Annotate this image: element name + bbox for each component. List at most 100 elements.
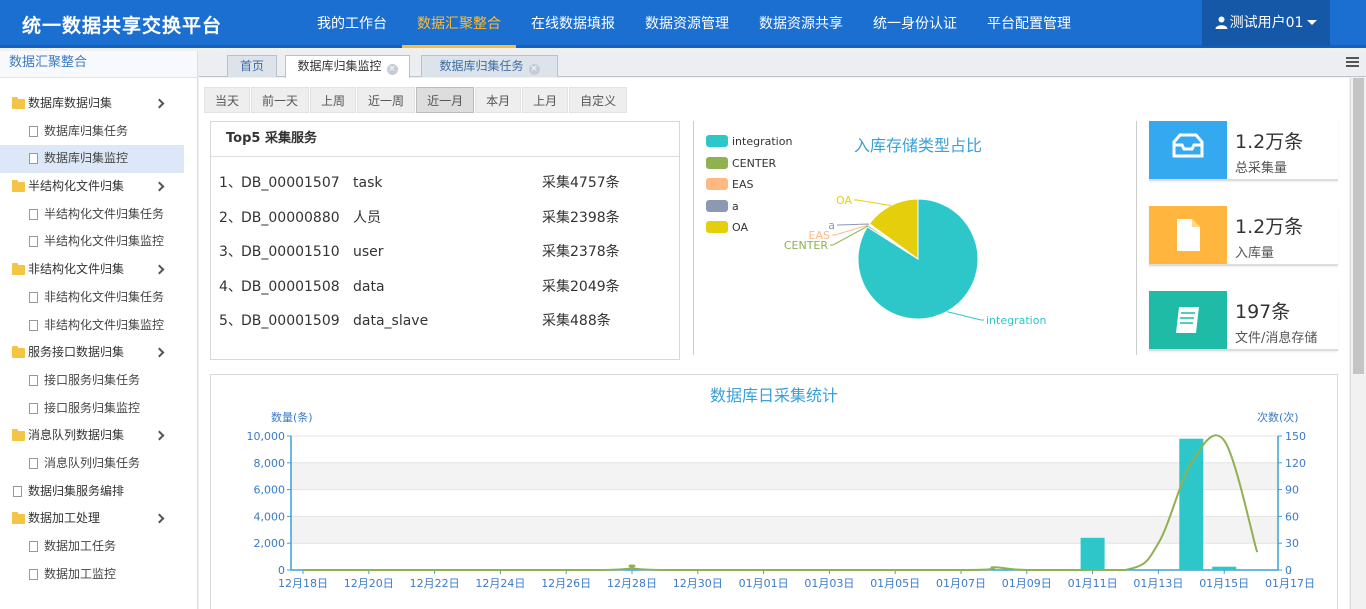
sidebar-item-13[interactable]: 消息队列归集任务 xyxy=(0,450,197,478)
x-tick-label: 01月15日 xyxy=(1199,577,1249,590)
top5-row: 2、 DB_00000880 人员 采集2398条 xyxy=(211,201,679,236)
top-header: 统一数据共享交换平台 我的工作台 数据汇聚整合 在线数据填报 数据资源管理 数据资源共享… xyxy=(0,0,1366,48)
count-line[interactable] xyxy=(303,434,1259,571)
x-tick-label: 12月30日 xyxy=(673,577,723,590)
date-filter-0[interactable]: 当天 xyxy=(204,87,251,113)
document-icon xyxy=(1149,206,1227,264)
sidebar-item-3[interactable]: 半结构化文件归集 xyxy=(0,173,197,201)
close-icon[interactable]: × xyxy=(528,64,540,75)
sidebar-item-11[interactable]: 接口服务归集监控 xyxy=(0,395,197,423)
sidebar-item-label: 非结构化文件归集监控 xyxy=(44,317,165,332)
sidebar-item-label: 消息队列归集任务 xyxy=(44,455,141,470)
date-filter-3[interactable]: 近一周 xyxy=(357,87,416,113)
date-filter-4[interactable]: 近一月 xyxy=(416,87,475,113)
nav-item-6[interactable]: 平台配置管理 xyxy=(972,0,1086,48)
date-filter-5[interactable]: 本月 xyxy=(475,87,522,113)
chevron-right-icon xyxy=(154,430,165,441)
document-icon xyxy=(29,208,38,220)
pie-chart: integrationCENTEREASaOA xyxy=(784,194,1047,327)
sidebar-item-5[interactable]: 半结构化文件归集监控 xyxy=(0,228,197,256)
date-filter-2[interactable]: 上周 xyxy=(310,87,357,113)
sidebar-item-17[interactable]: 数据加工监控 xyxy=(0,561,197,589)
bar-panel: 数据库日采集统计 数量(条) 次数(次) 0 2,000 4,000 6,000 8,000… xyxy=(210,374,1338,609)
sidebar-item-label: 数据库归集任务 xyxy=(44,123,129,138)
sidebar-item-9[interactable]: 服务接口数据归集 xyxy=(0,339,197,367)
tab-0[interactable]: 首页 xyxy=(227,55,277,77)
sidebar-item-label: 非结构化文件归集任务 xyxy=(44,289,165,304)
date-filter-7[interactable]: 自定义 xyxy=(569,87,628,113)
tab-2[interactable]: 数据库归集任务 × xyxy=(421,55,558,77)
x-tick-label: 01月13日 xyxy=(1133,577,1183,590)
sidebar-item-label: 数据加工监控 xyxy=(44,566,117,581)
menu-icon[interactable] xyxy=(1346,57,1359,69)
x-tick-label: 01月05日 xyxy=(870,577,920,590)
document-icon xyxy=(29,319,38,331)
close-icon[interactable]: × xyxy=(386,64,398,75)
sidebar-item-label: 半结构化文件归集 xyxy=(28,179,125,194)
sidebar-item-label: 数据加工任务 xyxy=(44,539,117,553)
bar[interactable] xyxy=(1179,438,1204,570)
pie-slice-label: integration xyxy=(986,314,1046,327)
sidebar-item-8[interactable]: 非结构化文件归集监控 xyxy=(0,312,197,340)
stat-card-1: 1.2万条 入库量 xyxy=(1149,206,1338,266)
x-tick-label: 12月26日 xyxy=(541,577,591,590)
top5-row: 4、 DB_00001508 data 采集2049条 xyxy=(211,270,679,305)
document-icon xyxy=(29,402,38,414)
top5-panel: Top5 采集服务 1、 DB_00001507 task 采集4757条 2、 DB_0… xyxy=(210,121,680,360)
inbox-icon xyxy=(1149,121,1227,179)
y-axis-title: 数量(条) xyxy=(271,410,313,424)
sidebar-item-label: 非结构化文件归集 xyxy=(28,262,125,277)
nav-item-0[interactable]: 我的工作台 xyxy=(302,0,402,48)
sidebar-item-1[interactable]: 数据库归集任务 xyxy=(0,118,197,146)
date-filter-1[interactable]: 前一天 xyxy=(251,87,310,113)
y2-tick-label: 30 xyxy=(1285,537,1299,550)
x-tick-label: 01月11日 xyxy=(1068,577,1118,590)
nav-item-3[interactable]: 数据资源管理 xyxy=(630,0,744,48)
top5-count: 采集2398条 xyxy=(542,209,620,226)
top5-service-id: DB_00001508 xyxy=(241,278,340,295)
grid-band xyxy=(291,462,1278,490)
y-tick-label: 2,000 xyxy=(254,537,286,550)
folder-icon xyxy=(12,346,25,359)
bar[interactable] xyxy=(1080,537,1105,570)
top5-row: 1、 DB_00001507 task 采集4757条 xyxy=(211,166,679,201)
top5-count: 采集2378条 xyxy=(542,244,620,260)
nav-item-5[interactable]: 统一身份认证 xyxy=(858,0,972,48)
nav-item-1[interactable]: 数据汇聚整合 xyxy=(402,0,516,48)
sidebar-item-label: 数据归集服务编排 xyxy=(28,483,125,498)
vertical-scrollbar[interactable] xyxy=(1350,78,1366,609)
date-filter-6[interactable]: 上月 xyxy=(522,87,569,113)
y-tick-label: 8,000 xyxy=(254,457,286,470)
sidebar-item-2[interactable]: 数据库归集监控 xyxy=(0,145,184,174)
date-filter-group: 当天 前一天 上周 近一周 近一月 本月 上月 自定义 xyxy=(204,87,628,113)
top5-row: 3、 DB_00001510 user 采集2378条 xyxy=(211,235,679,270)
sidebar-item-4[interactable]: 半结构化文件归集任务 xyxy=(0,201,197,229)
bar-chart: 数量(条) 次数(次) 0 2,000 4,000 6,000 8,000 10,000 0 30… xyxy=(247,410,1316,590)
sidebar-item-12[interactable]: 消息队列数据归集 xyxy=(0,422,197,450)
top5-rank: 4、 xyxy=(219,278,242,295)
top5-row: 5、 DB_00001509 data_slave 采集488条 xyxy=(211,304,679,339)
bar[interactable] xyxy=(1212,566,1237,570)
top5-service-id: DB_00001507 xyxy=(241,175,340,191)
sidebar-item-10[interactable]: 接口服务归集任务 xyxy=(0,367,197,395)
nav-item-4[interactable]: 数据资源共享 xyxy=(744,0,858,48)
sidebar-item-15[interactable]: 数据加工处理 xyxy=(0,505,197,533)
sidebar-item-6[interactable]: 非结构化文件归集 xyxy=(0,256,197,284)
nav-item-2[interactable]: 在线数据填报 xyxy=(516,0,630,48)
sidebar-item-14[interactable]: 数据归集服务编排 xyxy=(0,478,197,506)
scrollbar-thumb[interactable] xyxy=(1353,78,1364,374)
top5-title: Top5 采集服务 xyxy=(211,122,679,157)
user-menu[interactable]: 测试用户01 xyxy=(1202,0,1330,46)
stat-value: 197条 xyxy=(1235,301,1291,323)
tab-1[interactable]: 数据库归集监控 × xyxy=(285,55,410,78)
y-tick-label: 0 xyxy=(278,564,285,577)
sidebar-item-16[interactable]: 数据加工任务 xyxy=(0,533,197,561)
x-tick-label: 12月20日 xyxy=(344,577,394,590)
sidebar: 数据汇聚整合 数据库数据归集 数据库归集任务 数据库归集监控 半结构化文件归集 半结构化… xyxy=(0,51,198,609)
top5-service-id: DB_00001509 xyxy=(241,313,340,329)
sidebar-item-7[interactable]: 非结构化文件归集任务 xyxy=(0,284,197,312)
tab-label: 数据库归集任务 xyxy=(439,59,524,73)
chevron-right-icon xyxy=(154,513,165,524)
document-icon xyxy=(29,125,38,137)
sidebar-item-0[interactable]: 数据库数据归集 xyxy=(0,90,197,118)
